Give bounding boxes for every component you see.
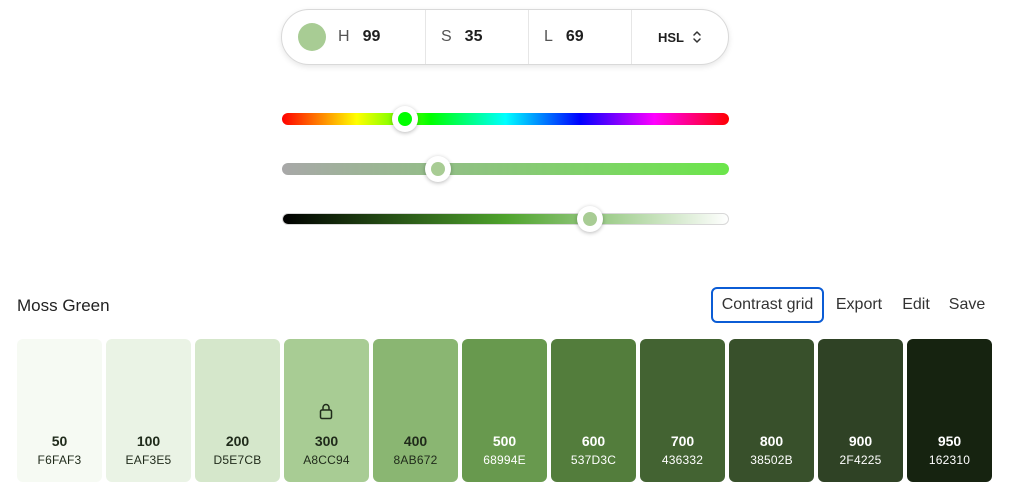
hue-thumb-dot bbox=[397, 112, 412, 126]
hsl-picker-bar: H S L HSL bbox=[281, 9, 729, 65]
swatch-hex-label: D5E7CB bbox=[213, 453, 262, 467]
current-color-swatch[interactable] bbox=[298, 23, 326, 51]
swatch-shade-label: 400 bbox=[403, 433, 428, 449]
swatch-shade-label: 300 bbox=[314, 433, 339, 449]
swatch-hex-label: 38502B bbox=[750, 453, 793, 467]
lock-icon[interactable] bbox=[318, 402, 334, 420]
palette-swatch-100[interactable]: 100 EAF3E5 bbox=[106, 339, 191, 482]
saturation-label: S bbox=[441, 28, 452, 45]
lightness-field-group: L bbox=[529, 10, 632, 64]
color-mode-value: HSL bbox=[658, 29, 684, 45]
swatch-hex-label: 537D3C bbox=[570, 453, 617, 467]
swatch-hex-label: 2F4225 bbox=[839, 453, 882, 467]
lightness-thumb-dot bbox=[583, 212, 598, 226]
swatch-shade-label: 900 bbox=[848, 433, 873, 449]
hue-slider-thumb[interactable] bbox=[391, 106, 418, 132]
hue-input[interactable] bbox=[362, 28, 413, 46]
palette-swatch-500[interactable]: 500 68994E bbox=[462, 339, 547, 482]
palette-swatch-600[interactable]: 600 537D3C bbox=[551, 339, 636, 482]
saturation-input[interactable] bbox=[464, 28, 515, 46]
chevron-up-down-icon bbox=[693, 31, 701, 43]
swatch-shade-label: 950 bbox=[937, 433, 962, 449]
palette-swatch-800[interactable]: 800 38502B bbox=[729, 339, 814, 482]
saturation-thumb-dot bbox=[431, 162, 446, 176]
palette-swatch-400[interactable]: 400 8AB672 bbox=[373, 339, 458, 482]
hue-label: H bbox=[338, 28, 350, 45]
swatch-hex-label: EAF3E5 bbox=[125, 453, 172, 467]
export-button[interactable]: Export bbox=[830, 287, 888, 323]
contrast-grid-button[interactable]: Contrast grid bbox=[711, 287, 824, 323]
swatch-shade-label: 800 bbox=[759, 433, 784, 449]
palette-swatch-50[interactable]: 50 F6FAF3 bbox=[17, 339, 102, 482]
color-mode-cell: HSL bbox=[632, 10, 728, 64]
swatch-hex-label: 162310 bbox=[928, 453, 971, 467]
swatch-shade-label: 200 bbox=[225, 433, 250, 449]
saturation-slider[interactable] bbox=[282, 156, 729, 182]
palette-swatch-950[interactable]: 950 162310 bbox=[907, 339, 992, 482]
palette-swatch-700[interactable]: 700 436332 bbox=[640, 339, 725, 482]
swatch-hex-label: 8AB672 bbox=[393, 453, 438, 467]
edit-button[interactable]: Edit bbox=[896, 287, 936, 323]
lightness-slider[interactable] bbox=[282, 206, 729, 232]
palette-swatches: 50 F6FAF3 100 EAF3E5 200 D5E7CB 300 A8CC94 400 8A… bbox=[17, 339, 993, 482]
swatch-shade-label: 50 bbox=[51, 433, 68, 449]
lightness-input[interactable] bbox=[565, 28, 616, 46]
color-palette-editor: H S L HSL Moss Green bbox=[0, 0, 1011, 503]
palette-swatch-200[interactable]: 200 D5E7CB bbox=[195, 339, 280, 482]
swatch-shade-label: 700 bbox=[670, 433, 695, 449]
palette-swatch-900[interactable]: 900 2F4225 bbox=[818, 339, 903, 482]
save-button[interactable]: Save bbox=[944, 287, 990, 323]
color-mode-select[interactable]: HSL bbox=[658, 30, 702, 45]
swatch-shade-label: 600 bbox=[581, 433, 606, 449]
swatch-shade-label: 100 bbox=[136, 433, 161, 449]
swatch-shade-label: 500 bbox=[492, 433, 517, 449]
palette-swatch-300[interactable]: 300 A8CC94 bbox=[284, 339, 369, 482]
palette-name: Moss Green bbox=[17, 296, 110, 315]
lightness-label: L bbox=[544, 28, 553, 45]
saturation-slider-thumb[interactable] bbox=[425, 156, 452, 182]
hue-field-group: H bbox=[282, 10, 426, 64]
swatch-hex-label: A8CC94 bbox=[303, 453, 350, 467]
hue-slider[interactable] bbox=[282, 106, 729, 132]
saturation-field-group: S bbox=[426, 10, 529, 64]
swatch-hex-label: 68994E bbox=[483, 453, 526, 467]
lightness-slider-thumb[interactable] bbox=[577, 206, 604, 232]
swatch-hex-label: F6FAF3 bbox=[37, 453, 82, 467]
swatch-hex-label: 436332 bbox=[661, 453, 704, 467]
